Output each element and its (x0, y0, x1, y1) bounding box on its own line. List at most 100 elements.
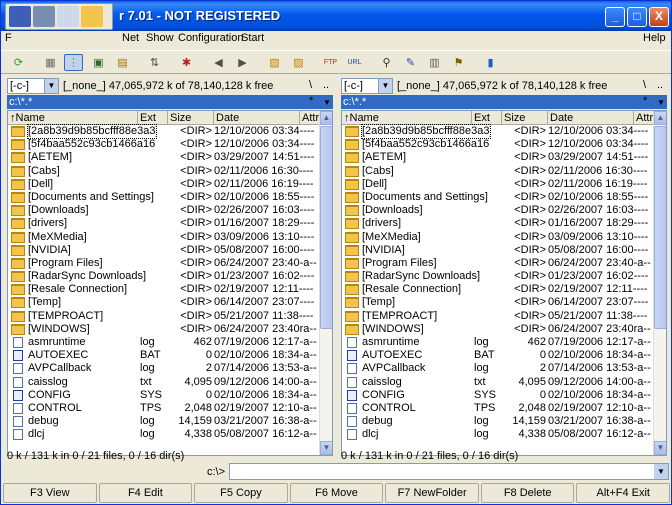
col-size-header[interactable]: Size (502, 111, 548, 125)
file-row[interactable]: CONTROL TPS 2,048 02/19/2007 12:10-a-- (342, 402, 654, 415)
file-row[interactable]: AVPCallback log 2 07/14/2006 13:53-a-- (342, 362, 654, 375)
menu-net[interactable]: Net (122, 32, 139, 44)
folder-row[interactable]: [Documents and Settings] <DIR> 02/10/2006 … (342, 191, 654, 204)
sync-icon[interactable]: ⇅ (145, 54, 164, 71)
folder-row[interactable]: [Program Files] <DIR> 06/24/2007 23:40-a-- (8, 257, 320, 270)
file-row[interactable]: caisslog txt 4,095 09/12/2006 14:00-a-- (8, 376, 320, 389)
col-ext-header[interactable]: Ext (138, 111, 168, 125)
forward-icon[interactable]: ▶ (233, 54, 252, 71)
left-up-button[interactable]: .. (323, 79, 329, 91)
folder-row[interactable]: [Documents and Settings] <DIR> 02/10/2006 … (8, 191, 320, 204)
folder-row[interactable]: [TEMPROACT] <DIR> 05/21/2007 11:38---- (8, 310, 320, 323)
col-attr-header[interactable]: Attr (634, 111, 654, 125)
folder-row[interactable]: [Cabs] <DIR> 02/11/2006 16:30---- (8, 165, 320, 178)
left-scrollbar[interactable]: ▲ ▼ (319, 111, 332, 455)
menu-help[interactable]: Help (643, 32, 666, 44)
folder-row[interactable]: [RadarSync Downloads] <DIR> 01/23/2007 16:… (342, 270, 654, 283)
file-row[interactable]: CONFIG SYS 0 02/10/2006 18:34-a-- (8, 389, 320, 402)
col-attr-header[interactable]: Attr (300, 111, 320, 125)
menu-configuration[interactable]: Configuration (178, 32, 243, 44)
save-icon[interactable] (9, 6, 31, 27)
folder-row[interactable]: [WINDOWS] <DIR> 06/24/2007 23:40ra-- (342, 323, 654, 336)
file-row[interactable]: dlcj log 4,338 05/08/2007 16:12-a-- (342, 428, 654, 441)
file-row[interactable]: AVPCallback log 2 07/14/2006 13:53-a-- (8, 362, 320, 375)
folder-row[interactable]: [AETEM] <DIR> 03/29/2007 14:51---- (342, 151, 654, 164)
back-icon[interactable]: ◀ (209, 54, 228, 71)
right-path-arrow[interactable]: ▼ (657, 98, 665, 107)
f6-move-button[interactable]: F6 Move (289, 483, 384, 503)
scroll-down-icon[interactable]: ▼ (320, 441, 332, 455)
folder-row[interactable]: [drivers] <DIR> 01/16/2007 18:29---- (342, 217, 654, 230)
file-row[interactable]: CONFIG SYS 0 02/10/2006 18:34-a-- (342, 389, 654, 402)
close-button[interactable]: X (649, 7, 669, 27)
folder-row[interactable]: [RadarSync Downloads] <DIR> 01/23/2007 16:… (8, 270, 320, 283)
folder-open-icon[interactable] (81, 6, 103, 27)
file-row[interactable]: CONTROL TPS 2,048 02/19/2007 12:10-a-- (8, 402, 320, 415)
chevron-down-icon[interactable]: ▼ (654, 464, 668, 479)
right-path-star[interactable]: * (643, 95, 647, 107)
folder-row[interactable]: [Dell] <DIR> 02/11/2006 16:19---- (342, 178, 654, 191)
folder-row[interactable]: [NVIDIA] <DIR> 05/08/2007 16:00---- (342, 244, 654, 257)
folder-row[interactable]: [5f4baa552c93cb1466a16b..] <DIR>12/10/200… (8, 138, 320, 151)
right-drive-select[interactable]: [-c-] ▼ (341, 78, 393, 94)
file-row[interactable]: asmruntime log 462 07/19/2006 12:17-a-- (342, 336, 654, 349)
right-file-list[interactable]: ↑Name Ext Size Date Attr [2a8b39d9b85bcf… (341, 110, 667, 456)
left-root-button[interactable]: \ (309, 79, 312, 91)
col-name-header[interactable]: ↑Name (342, 111, 472, 125)
copy-icon[interactable] (57, 6, 79, 27)
col-date-header[interactable]: Date (214, 111, 300, 125)
file-row[interactable]: debug log 14,159 03/21/2007 16:38-a-- (342, 415, 654, 428)
file-row[interactable]: debug log 14,159 03/21/2007 16:38-a-- (8, 415, 320, 428)
folder-row[interactable]: [MeXMedia] <DIR> 03/09/2006 13:10---- (342, 231, 654, 244)
right-scrollbar[interactable]: ▲ ▼ (653, 111, 666, 455)
col-name-header[interactable]: ↑Name (8, 111, 138, 125)
folder-row[interactable]: [Temp] <DIR> 06/14/2007 23:07---- (342, 296, 654, 309)
clear-icon[interactable]: ✱ (177, 54, 196, 71)
minimize-button[interactable]: _ (605, 7, 625, 27)
col-date-header[interactable]: Date (548, 111, 634, 125)
refresh-icon[interactable]: ⟳ (9, 54, 28, 71)
left-path-bar[interactable]: c:\*.* (7, 95, 333, 109)
alt-f4-exit-button[interactable]: Alt+F4 Exit (576, 483, 671, 503)
chevron-down-icon[interactable]: ▼ (44, 79, 58, 93)
folder-row[interactable]: [WINDOWS] <DIR> 06/24/2007 23:40ra-- (8, 323, 320, 336)
menu-start[interactable]: Start (241, 32, 264, 44)
ftp-icon[interactable]: FTP (321, 54, 340, 71)
folder-row[interactable]: [Program Files] <DIR> 06/24/2007 23:40-a-- (342, 257, 654, 270)
folder-row[interactable]: [Dell] <DIR> 02/11/2006 16:19---- (8, 178, 320, 191)
folder-row[interactable]: [Resale Connection] <DIR> 02/19/2007 12:11… (342, 283, 654, 296)
folder-row[interactable]: [MeXMedia] <DIR> 03/09/2006 13:10---- (8, 231, 320, 244)
file-row[interactable]: AUTOEXEC BAT 0 02/10/2006 18:34-a-- (8, 349, 320, 362)
file-row[interactable]: dlcj log 4,338 05/08/2007 16:12-a-- (8, 428, 320, 441)
folder-row[interactable]: [Resale Connection] <DIR> 02/19/2007 12:11… (8, 283, 320, 296)
scroll-thumb[interactable] (654, 126, 666, 329)
folder-row[interactable]: [drivers] <DIR> 01/16/2007 18:29---- (8, 217, 320, 230)
folder-row[interactable]: [5f4baa552c93cb1466a16b..] <DIR>12/10/200… (342, 138, 654, 151)
file-row[interactable]: asmruntime log 462 07/19/2006 12:17-a-- (8, 336, 320, 349)
folder-row[interactable]: [Downloads] <DIR> 02/26/2007 16:03---- (342, 204, 654, 217)
left-path-star[interactable]: * (309, 95, 313, 107)
file-row[interactable]: caisslog txt 4,095 09/12/2006 14:00-a-- (342, 376, 654, 389)
folder-row[interactable]: [NVIDIA] <DIR> 05/08/2007 16:00---- (8, 244, 320, 257)
notepad-icon[interactable]: ▮ (481, 54, 500, 71)
folder-row[interactable]: [Temp] <DIR> 06/14/2007 23:07---- (8, 296, 320, 309)
list-view-icon[interactable]: ⋮ (64, 54, 83, 71)
url-icon[interactable]: URL (345, 54, 364, 71)
scroll-down-icon[interactable]: ▼ (654, 441, 666, 455)
folder-row[interactable]: [Cabs] <DIR> 02/11/2006 16:30---- (342, 165, 654, 178)
maximize-button[interactable]: □ (627, 7, 647, 27)
f3-view-button[interactable]: F3 View (3, 483, 97, 503)
thumbnail-view-icon[interactable]: ▣ (89, 54, 108, 71)
tree-view-icon[interactable]: ▤ (113, 54, 132, 71)
f4-edit-button[interactable]: F4 Edit (98, 483, 193, 503)
right-up-button[interactable]: .. (657, 79, 663, 91)
f7-newfolder-button[interactable]: F7 NewFolder (385, 483, 479, 503)
search-icon[interactable]: ⚲ (377, 54, 396, 71)
chevron-down-icon[interactable]: ▼ (378, 79, 392, 93)
menu-file[interactable]: F (5, 32, 12, 44)
scroll-thumb[interactable] (320, 126, 332, 329)
scroll-up-icon[interactable]: ▲ (320, 111, 332, 125)
folder-row[interactable]: [2a8b39d9b85bcfff88e3a3] <DIR> 12/10/2006 … (8, 124, 320, 139)
compare-icon[interactable]: ▥ (425, 54, 444, 71)
f8-delete-button[interactable]: F8 Delete (480, 483, 575, 503)
